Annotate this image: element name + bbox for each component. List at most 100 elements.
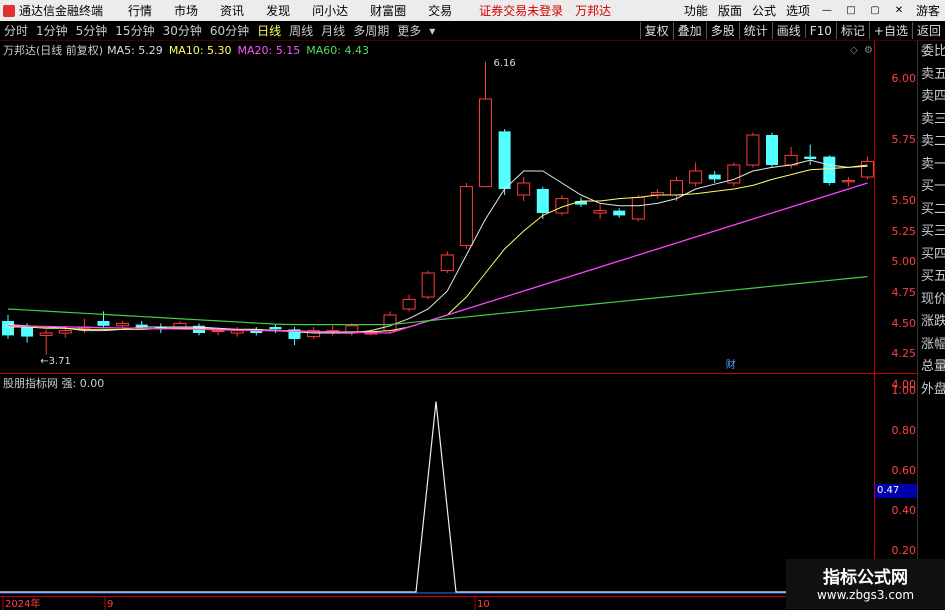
price-tick: 6.00 bbox=[891, 72, 917, 85]
date-tick: 10 bbox=[477, 599, 490, 610]
quote-item-bid4[interactable]: 买四 bbox=[918, 244, 945, 267]
close-icon[interactable]: ✕ bbox=[892, 5, 906, 17]
quote-item-ask1[interactable]: 卖一 bbox=[918, 154, 945, 177]
tab-60min[interactable]: 60分钟 bbox=[210, 22, 249, 39]
candle-body bbox=[39, 332, 53, 336]
tab-30min[interactable]: 30分钟 bbox=[163, 22, 202, 39]
candle-body bbox=[211, 330, 225, 333]
tab-intraday[interactable]: 分时 bbox=[4, 22, 28, 39]
candle-body bbox=[383, 314, 397, 332]
app-logo-icon bbox=[3, 4, 15, 17]
overlay-button[interactable]: 叠加 bbox=[672, 22, 706, 39]
candle-body bbox=[593, 210, 607, 214]
price-tick: 4.50 bbox=[891, 317, 917, 330]
tab-multi-period[interactable]: 多周期 bbox=[353, 22, 389, 39]
menu-wealth[interactable]: 财富圈 bbox=[370, 2, 406, 19]
indicator-tick: 0.80 bbox=[891, 424, 917, 437]
stock-title: 万邦达(日线 前复权) bbox=[3, 44, 104, 57]
ma60-label: MA60: 4.43 bbox=[306, 43, 369, 57]
indicator-tick: 1.00 bbox=[891, 384, 917, 397]
candle-body bbox=[841, 180, 855, 183]
right-menu: 功能 版面 公式 选项 — □ ▢ ✕ 游客 bbox=[679, 0, 945, 21]
menu-market[interactable]: 市场 bbox=[174, 2, 198, 19]
quote-item-bid3[interactable]: 买三 bbox=[918, 221, 945, 244]
quote-item-ask3[interactable]: 卖三 bbox=[918, 109, 945, 132]
menu-layout[interactable]: 版面 bbox=[718, 2, 742, 19]
quote-item-volume[interactable]: 总量 bbox=[918, 356, 945, 379]
menu-discover[interactable]: 发现 bbox=[266, 2, 290, 19]
candle-body bbox=[2, 321, 14, 336]
quote-item-outer[interactable]: 外盘 bbox=[918, 379, 945, 402]
indicator-legend: 股朋指标网 强: 0.00 bbox=[3, 377, 105, 390]
quote-item-change[interactable]: 涨跌 bbox=[918, 311, 945, 334]
draw-line-button[interactable]: 画线 bbox=[771, 22, 805, 39]
tab-monthly[interactable]: 月线 bbox=[321, 22, 345, 39]
dropdown-icon[interactable]: ▾ bbox=[429, 24, 435, 38]
indicator-line bbox=[0, 401, 874, 593]
quote-item-change-pct[interactable]: 涨幅 bbox=[918, 334, 945, 357]
f10-button[interactable]: F10 bbox=[804, 23, 836, 38]
statistics-button[interactable]: 统计 bbox=[738, 22, 772, 39]
candle-body bbox=[402, 298, 416, 310]
login-notice[interactable]: 证券交易未登录 bbox=[479, 2, 563, 19]
ma5-line bbox=[7, 159, 868, 334]
maximize-icon[interactable]: ▢ bbox=[868, 5, 882, 17]
multi-stock-button[interactable]: 多股 bbox=[705, 22, 739, 39]
watermark-title: 指标公式网 bbox=[823, 568, 908, 588]
quote-item-bid2[interactable]: 买二 bbox=[918, 199, 945, 222]
quote-item-bid1[interactable]: 买一 bbox=[918, 176, 945, 199]
price-axis: 6.00 5.75 5.50 5.25 5.00 4.75 4.50 4.25 … bbox=[874, 41, 918, 596]
quote-item-ask4[interactable]: 卖四 bbox=[918, 86, 945, 109]
quote-item-order-ratio[interactable]: 委比 bbox=[918, 41, 945, 64]
indicator-chart[interactable] bbox=[0, 374, 874, 596]
candle-body bbox=[823, 156, 836, 183]
candle-body bbox=[631, 196, 645, 220]
quote-item-price[interactable]: 现价 bbox=[918, 289, 945, 312]
menu-market-quotes[interactable]: 行情 bbox=[128, 2, 152, 19]
tab-15min[interactable]: 15分钟 bbox=[115, 22, 154, 39]
kline-chart[interactable]: 6.16 ←3.71 财 ◇ ⚙ bbox=[0, 41, 874, 373]
menu-options[interactable]: 选项 bbox=[786, 2, 810, 19]
add-favorite-button[interactable]: +自选 bbox=[868, 22, 912, 39]
candle-body bbox=[689, 170, 703, 184]
menu-ask[interactable]: 问小达 bbox=[312, 2, 348, 19]
date-tick: 9 bbox=[107, 599, 113, 610]
date-axis: 2024年 9 10 bbox=[0, 596, 874, 610]
watermark-url: www.zbgs3.com bbox=[816, 588, 915, 602]
indicator-tick: 0.40 bbox=[891, 504, 917, 517]
price-tick: 5.50 bbox=[891, 194, 917, 207]
guest-label[interactable]: 游客 bbox=[916, 2, 940, 19]
indicator-tick: 0.60 bbox=[891, 464, 917, 477]
quote-item-ask5[interactable]: 卖五 bbox=[918, 64, 945, 87]
menu-trade[interactable]: 交易 bbox=[428, 2, 452, 19]
quote-item-bid5[interactable]: 买五 bbox=[918, 266, 945, 289]
ma10-line bbox=[8, 164, 868, 333]
quote-item-ask2[interactable]: 卖二 bbox=[918, 131, 945, 154]
back-button[interactable]: 返回 bbox=[911, 22, 945, 39]
candle-body bbox=[58, 330, 72, 334]
ma-legend: 万邦达(日线 前复权) MA5: 5.29 MA10: 5.30 MA20: 5… bbox=[3, 42, 369, 58]
restore-rights-button[interactable]: 复权 bbox=[639, 22, 673, 39]
candle-body bbox=[173, 322, 187, 328]
chart-tool-buttons: 复权 叠加 多股 统计 画线 F10 标记 +自选 返回 bbox=[639, 21, 945, 40]
diamond-icon: ◇ bbox=[850, 45, 858, 56]
tab-more[interactable]: 更多 bbox=[397, 22, 421, 39]
low-price-label: ←3.71 bbox=[40, 356, 71, 367]
menu-function[interactable]: 功能 bbox=[684, 2, 708, 19]
candle-body bbox=[708, 174, 721, 180]
mark-button[interactable]: 标记 bbox=[835, 22, 869, 39]
tab-5min[interactable]: 5分钟 bbox=[76, 22, 108, 39]
candle-body bbox=[269, 327, 282, 330]
ma5-label: MA5: 5.29 bbox=[107, 43, 163, 57]
tab-weekly[interactable]: 周线 bbox=[289, 22, 313, 39]
date-tick: 2024年 bbox=[5, 597, 40, 610]
candle-body bbox=[746, 134, 760, 166]
minimize-icon[interactable]: — bbox=[820, 5, 834, 17]
tab-daily[interactable]: 日线 bbox=[257, 22, 281, 39]
tab-1min[interactable]: 1分钟 bbox=[36, 22, 68, 39]
menu-formula[interactable]: 公式 bbox=[752, 2, 776, 19]
menu-news[interactable]: 资讯 bbox=[220, 2, 244, 19]
restore-icon[interactable]: □ bbox=[844, 5, 858, 17]
price-tick: 4.75 bbox=[891, 286, 917, 299]
candle-body bbox=[536, 189, 549, 213]
